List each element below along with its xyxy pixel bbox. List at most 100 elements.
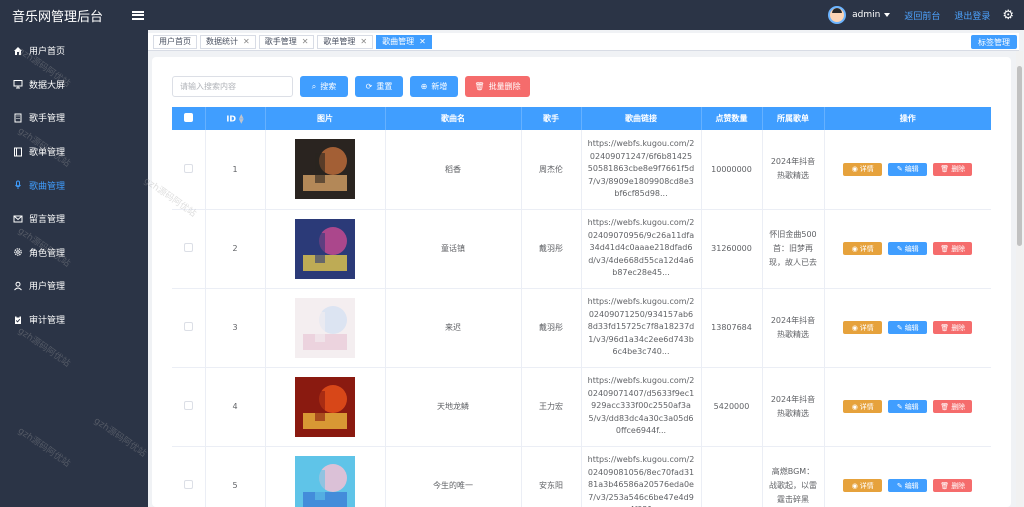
gear-icon <box>13 247 23 257</box>
cell-id: 2 <box>205 209 266 289</box>
tab-statistics[interactable]: 数据统计 ✕ <box>200 34 256 49</box>
select-all-checkbox[interactable] <box>183 113 193 122</box>
close-icon[interactable]: ✕ <box>419 37 426 46</box>
row-checkbox[interactable] <box>183 480 193 489</box>
delete-button[interactable]: 🗑 删除 <box>933 321 973 334</box>
cell-image <box>265 130 386 210</box>
scrollbar-thumb[interactable] <box>1017 66 1022 246</box>
edit-icon: ✎ <box>896 244 903 253</box>
song-cover-image[interactable] <box>295 218 355 279</box>
cell-image <box>265 446 386 507</box>
cell-playlist: 高燃BGM：战歌起，以雷霆击碎黑 <box>762 446 825 507</box>
cell-song-name: 稻香 <box>385 130 522 210</box>
column-header-image: 图片 <box>265 107 386 130</box>
playlist-text: 怀旧金曲500首：旧梦再现，故人已去 <box>769 229 817 267</box>
settings-gear-icon[interactable]: ⚙ <box>1002 8 1014 23</box>
song-link-text: https://webfs.kugou.com/202409071407/d56… <box>587 376 695 436</box>
song-cover-image[interactable] <box>295 455 355 507</box>
app-title: 音乐网管理后台 <box>12 9 104 25</box>
edit-button[interactable]: ✎ 编辑 <box>888 162 928 176</box>
search-button-label: 搜索 <box>320 82 337 91</box>
song-cover-image[interactable] <box>295 139 355 200</box>
logout-link[interactable]: 退出登录 <box>954 9 990 22</box>
edit-button[interactable]: ✎ 编辑 <box>888 479 928 492</box>
close-icon[interactable]: ✕ <box>302 37 309 46</box>
menu-toggle-icon[interactable] <box>132 10 144 20</box>
plus-icon: ⊕ <box>420 82 428 91</box>
sidebar-item-audit[interactable]: 审计管理 <box>0 303 148 337</box>
eye-icon: ◉ <box>851 244 858 253</box>
cell-actions: ◉ 详情 ✎ 编辑 🗑 删除 <box>824 288 991 368</box>
column-header-playlist: 所属歌单 <box>762 107 825 130</box>
sidebar-item-users[interactable]: 用户管理 <box>0 269 148 303</box>
batch-delete-label: 批量删除 <box>488 82 521 91</box>
column-header-id[interactable]: ID ▲ ▼ <box>205 107 266 130</box>
edit-button[interactable]: ✎ 编辑 <box>888 321 928 334</box>
sidebar-item-messages[interactable]: 留言管理 <box>0 202 148 236</box>
edit-icon: ✎ <box>896 323 903 332</box>
cell-likes: 13807684 <box>701 288 763 368</box>
sidebar-item-label: 用户首页 <box>29 47 66 58</box>
edit-button[interactable]: ✎ 编辑 <box>888 400 928 413</box>
delete-button[interactable]: 🗑 删除 <box>933 479 973 492</box>
add-button[interactable]: ⊕ 新增 <box>410 76 458 97</box>
song-link-text: https://webfs.kugou.com/202409070956/9c2… <box>587 218 695 278</box>
row-select-cell <box>172 446 206 507</box>
row-select-cell <box>172 130 206 210</box>
close-icon[interactable]: ✕ <box>360 37 367 46</box>
delete-button[interactable]: 🗑 删除 <box>933 400 973 413</box>
row-checkbox[interactable] <box>183 163 193 173</box>
sidebar-item-dashboard[interactable]: 数据大屏 <box>0 68 148 102</box>
tags-manage-button[interactable]: 标签管理 <box>971 35 1017 49</box>
cell-image <box>265 209 386 289</box>
cell-playlist: 2024年抖音热歌精选 <box>762 288 825 368</box>
edit-label: 编辑 <box>904 402 919 411</box>
song-cover-image[interactable] <box>295 297 355 358</box>
sidebar-item-playlists[interactable]: 歌单管理 <box>0 135 148 169</box>
detail-button[interactable]: ◉ 详情 <box>843 242 883 255</box>
tab-playlists[interactable]: 歌单管理 ✕ <box>317 34 374 49</box>
top-header: 音乐网管理后台 admin 返回前台 退出登录 ⚙ <box>0 0 1024 30</box>
row-select-cell <box>172 209 206 289</box>
search-button[interactable]: ⌕ 搜索 <box>300 76 348 97</box>
eye-icon: ◉ <box>851 481 858 490</box>
detail-button[interactable]: ◉ 详情 <box>843 479 883 492</box>
chevron-down-icon[interactable] <box>884 13 891 17</box>
sidebar-item-roles[interactable]: 角色管理 <box>0 236 148 270</box>
close-icon[interactable]: ✕ <box>243 37 250 46</box>
tab-home[interactable]: 用户首页 <box>153 34 197 49</box>
vertical-scrollbar[interactable] <box>1016 51 1023 507</box>
search-input[interactable] <box>172 76 293 97</box>
row-checkbox[interactable] <box>183 401 193 410</box>
tab-singers[interactable]: 歌手管理 ✕ <box>258 34 315 49</box>
edit-button[interactable]: ✎ 编辑 <box>888 242 928 255</box>
detail-button[interactable]: ◉ 详情 <box>843 321 883 334</box>
avatar[interactable] <box>828 6 847 24</box>
reset-button[interactable]: ⟳ 重置 <box>355 76 403 97</box>
tags-view-bar: 用户首页 数据统计 ✕ 歌手管理 ✕ 歌单管理 ✕ 歌曲管理 ✕ 标签管理 <box>148 33 1019 51</box>
cell-singer: 周杰伦 <box>521 130 582 210</box>
username[interactable]: admin <box>852 10 880 20</box>
playlist-text: 2024年抖音热歌精选 <box>770 315 816 339</box>
song-cover-image[interactable] <box>295 376 355 437</box>
sidebar-item-songs[interactable]: 歌曲管理 <box>0 168 148 202</box>
edit-label: 编辑 <box>904 323 919 332</box>
cell-link: https://webfs.kugou.com/202409071250/934… <box>581 288 702 368</box>
sidebar-item-singers[interactable]: 歌手管理 <box>0 101 148 135</box>
trash-icon: 🗑 <box>940 323 950 332</box>
cell-image <box>265 367 386 447</box>
sidebar-item-home[interactable]: 用户首页 <box>0 34 148 68</box>
delete-button[interactable]: 🗑 删除 <box>933 162 973 176</box>
detail-button[interactable]: ◉ 详情 <box>843 162 883 176</box>
detail-button[interactable]: ◉ 详情 <box>843 400 883 413</box>
refresh-icon: ⟳ <box>365 82 373 91</box>
row-checkbox[interactable] <box>183 322 193 331</box>
clipboard-icon <box>13 315 23 325</box>
back-to-frontend-link[interactable]: 返回前台 <box>904 9 940 22</box>
column-header-likes: 点赞数量 <box>701 107 763 130</box>
row-checkbox[interactable] <box>183 243 193 252</box>
delete-button[interactable]: 🗑 删除 <box>933 242 973 255</box>
batch-delete-button[interactable]: 🗑 批量删除 <box>465 76 530 97</box>
sort-icon[interactable]: ▲ ▼ <box>239 113 244 124</box>
tab-songs[interactable]: 歌曲管理 ✕ <box>376 34 432 49</box>
